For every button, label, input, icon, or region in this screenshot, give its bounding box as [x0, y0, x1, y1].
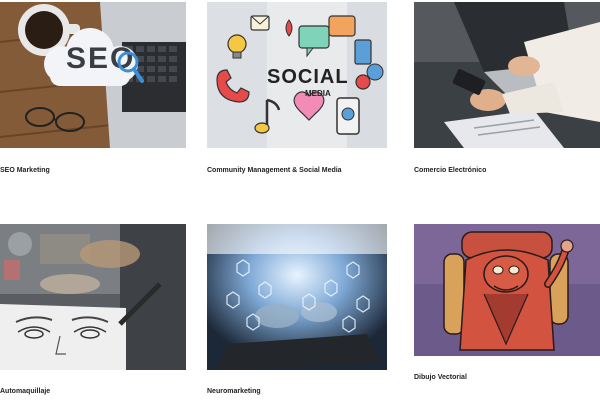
course-thumbnail-social-media[interactable]: SOCIAL MEDIA [207, 2, 387, 148]
course-thumbnail-seo[interactable]: SEO [0, 2, 186, 148]
social-overlay-text: SOCIAL [267, 66, 349, 88]
course-title[interactable]: SEO Marketing [0, 167, 50, 174]
social-overlay-subtext: MEDIA [305, 89, 331, 98]
course-thumbnail-ecommerce[interactable] [414, 2, 600, 148]
course-title[interactable]: Dibujo Vectorial [414, 374, 467, 381]
course-thumbnail-neuromarketing[interactable] [207, 224, 387, 370]
course-title[interactable]: Community Management & Social Media [207, 167, 342, 174]
course-title[interactable]: Neuromarketing [207, 388, 261, 395]
magnifier-icon [116, 50, 144, 84]
course-title[interactable]: Automaquillaje [0, 388, 50, 395]
course-thumbnail-makeup[interactable] [0, 224, 186, 370]
course-thumbnail-vector-illustration[interactable] [414, 224, 600, 356]
course-title[interactable]: Comercio Electrónico [414, 167, 486, 174]
